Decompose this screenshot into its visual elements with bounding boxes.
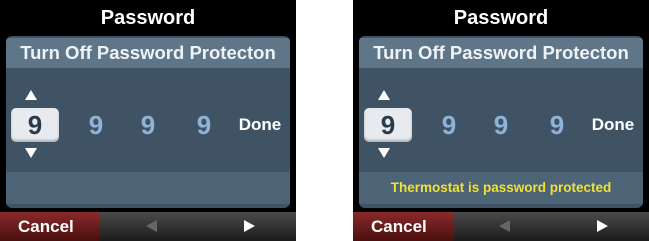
digit-2[interactable]: 9	[76, 108, 116, 142]
triangle-up-icon[interactable]	[25, 90, 37, 100]
status-message	[6, 172, 290, 204]
screen-title: Password	[0, 0, 296, 36]
password-panel: Turn Off Password Protecton 9 9 9 9 Done…	[359, 36, 643, 208]
cancel-button[interactable]: Cancel	[0, 212, 100, 241]
triangle-right-icon[interactable]	[244, 220, 255, 232]
triangle-left-icon[interactable]	[499, 220, 510, 232]
digit-3[interactable]: 9	[128, 108, 168, 142]
cancel-button[interactable]: Cancel	[353, 212, 453, 241]
digit-3[interactable]: 9	[481, 108, 521, 142]
digit-entry-row: 9 9 9 9 Done	[6, 88, 290, 160]
digit-1-selected[interactable]: 9	[11, 108, 59, 142]
done-button[interactable]: Done	[585, 108, 641, 142]
digit-4[interactable]: 9	[537, 108, 577, 142]
status-message: Thermostat is password protected	[359, 172, 643, 204]
triangle-up-icon[interactable]	[378, 90, 390, 100]
digit-4[interactable]: 9	[184, 108, 224, 142]
triangle-left-icon[interactable]	[146, 220, 157, 232]
triangle-down-icon[interactable]	[378, 148, 390, 158]
panel-heading: Turn Off Password Protecton	[359, 38, 643, 68]
password-panel: Turn Off Password Protecton 9 9 9 9 Done	[6, 36, 290, 208]
thermostat-screen-right: Password Turn Off Password Protecton 9 9…	[353, 0, 649, 241]
digit-2[interactable]: 9	[429, 108, 469, 142]
triangle-down-icon[interactable]	[25, 148, 37, 158]
panel-heading: Turn Off Password Protecton	[6, 38, 290, 68]
screen-title: Password	[353, 0, 649, 36]
digit-entry-row: 9 9 9 9 Done	[359, 88, 643, 160]
softkey-bar: Cancel	[0, 212, 296, 241]
thermostat-screen-left: Password Turn Off Password Protecton 9 9…	[0, 0, 296, 241]
done-button[interactable]: Done	[232, 108, 288, 142]
digit-1-selected[interactable]: 9	[364, 108, 412, 142]
softkey-bar: Cancel	[353, 212, 649, 241]
triangle-right-icon[interactable]	[597, 220, 608, 232]
